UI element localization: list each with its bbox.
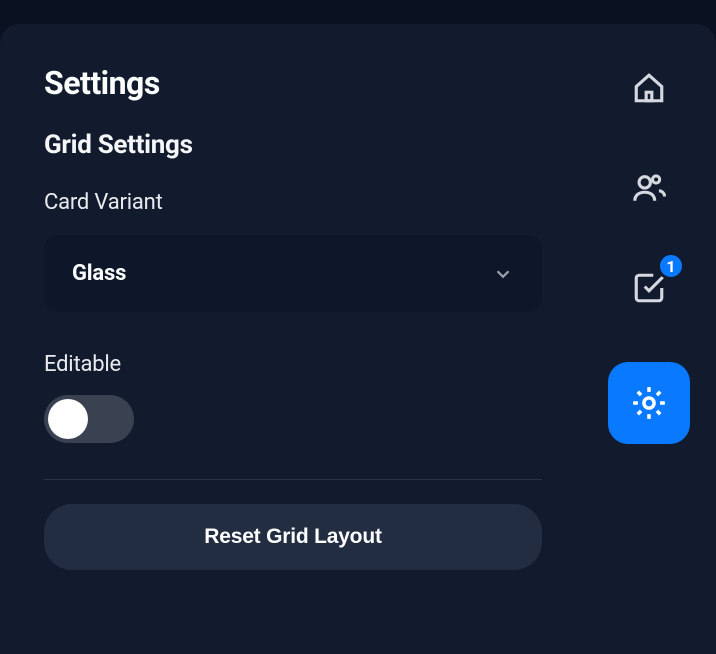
settings-panel: Settings Grid Settings Card Variant Glas… — [0, 24, 582, 654]
nav-tasks[interactable]: 1 — [623, 262, 675, 314]
users-icon — [632, 171, 666, 205]
home-icon — [632, 71, 666, 105]
gear-icon — [630, 384, 668, 422]
sidebar-nav: 1 — [582, 24, 716, 654]
editable-toggle[interactable] — [44, 395, 134, 443]
divider — [44, 479, 542, 480]
nav-users[interactable] — [623, 162, 675, 214]
card-variant-field: Card Variant Glass — [44, 190, 542, 312]
card-variant-value: Glass — [72, 261, 126, 286]
editable-label: Editable — [44, 352, 542, 377]
reset-grid-button[interactable]: Reset Grid Layout — [44, 504, 542, 570]
nav-settings[interactable] — [608, 362, 690, 444]
toggle-knob — [48, 399, 88, 439]
card-variant-select[interactable]: Glass — [44, 235, 542, 312]
section-title: Grid Settings — [44, 130, 542, 160]
page-title: Settings — [44, 64, 542, 102]
nav-home[interactable] — [623, 62, 675, 114]
tasks-badge: 1 — [657, 252, 685, 280]
chevron-down-icon — [492, 263, 514, 285]
editable-field: Editable — [44, 352, 542, 443]
card-variant-label: Card Variant — [44, 190, 542, 215]
